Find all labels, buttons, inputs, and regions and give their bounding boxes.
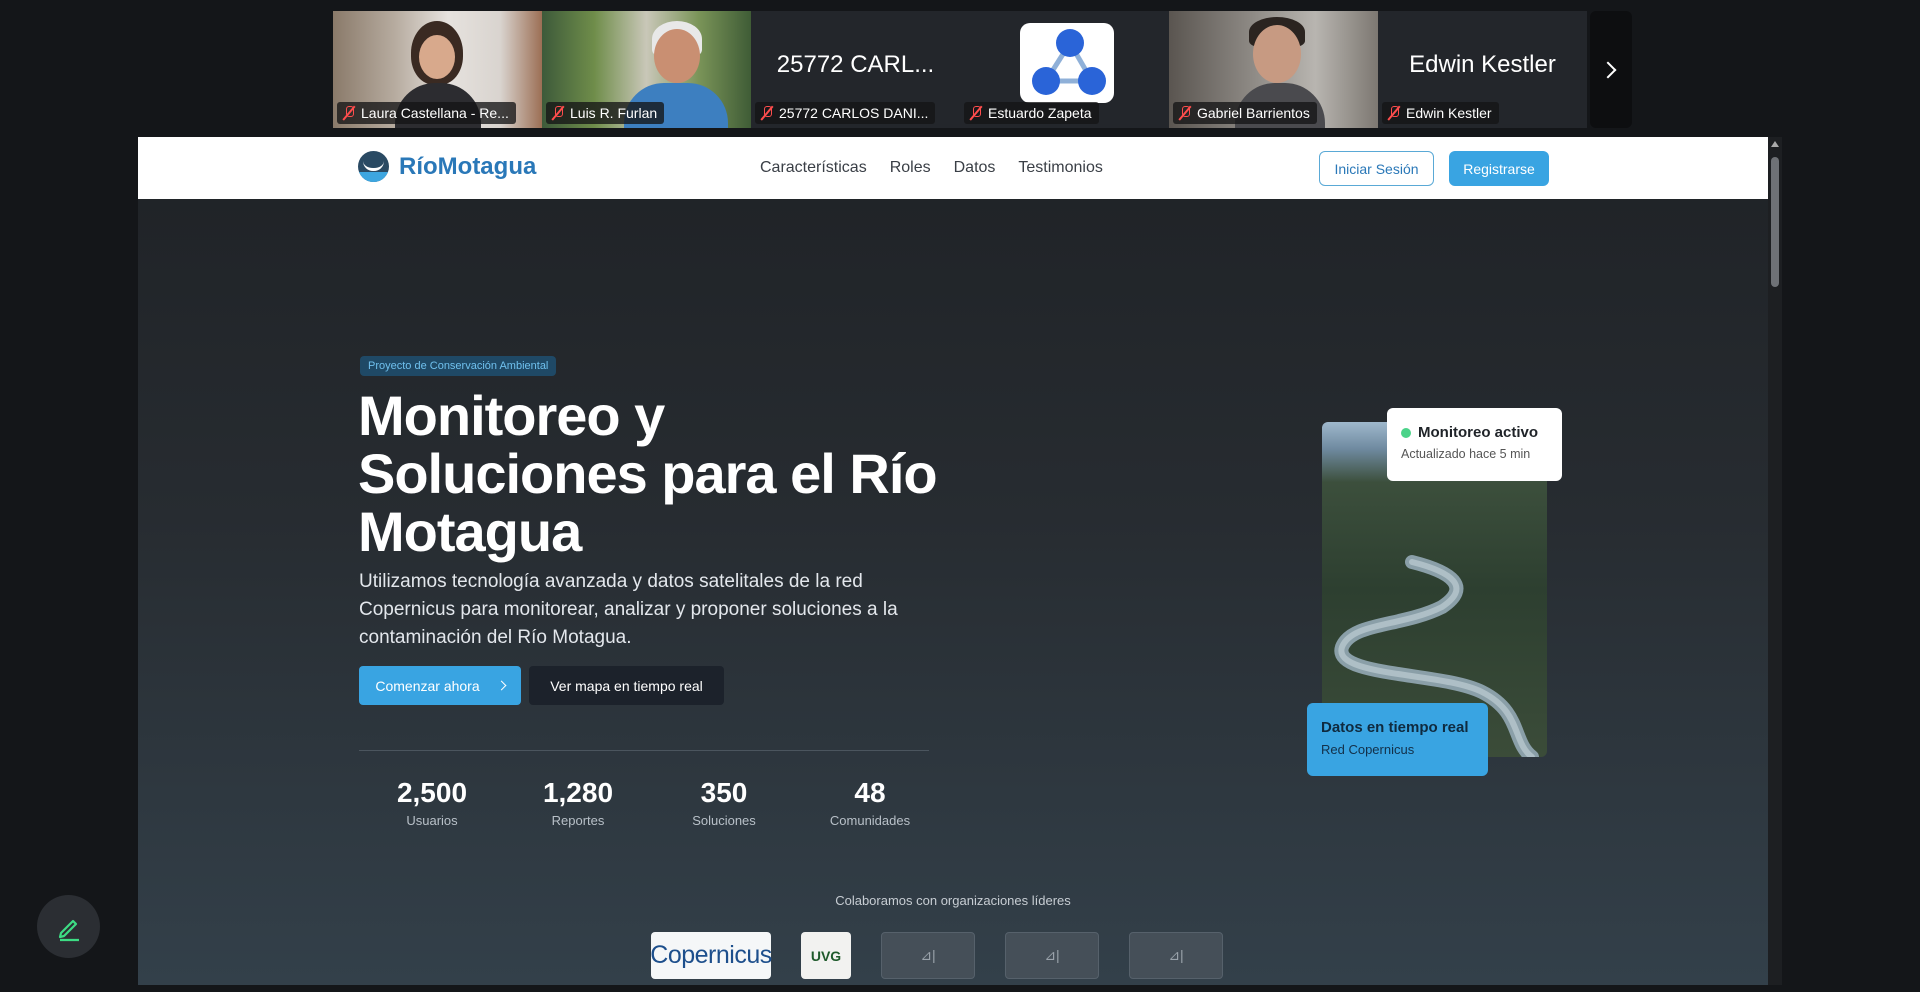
stat-label: Reportes [551, 813, 605, 828]
water-drop-icon [358, 151, 389, 182]
logo-text: RíoMotagua [399, 152, 537, 180]
annotate-button[interactable] [37, 895, 100, 958]
nav-link-caracteristicas[interactable]: Características [760, 159, 867, 177]
hero-title: Monitoreo y Soluciones para el Río Motag… [358, 384, 938, 563]
nav-link-datos[interactable]: Datos [954, 159, 996, 177]
participant-tile[interactable]: Laura Castellana - Re... [333, 11, 542, 128]
stat-value: 2,500 [396, 777, 468, 808]
nav-links: Características Roles Datos Testimonios [760, 137, 1103, 199]
partners-heading: Colaboramos con organizaciones líderes [835, 893, 1071, 908]
start-button-label: Comenzar ahora [375, 677, 480, 694]
live-card-subtitle: Actualizado hace 5 min [1401, 447, 1531, 461]
participant-strip: Laura Castellana - Re... Luis R. Furlan … [333, 11, 1587, 128]
broken-image-icon: ⊿| [881, 932, 975, 979]
next-participants-button[interactable] [1590, 11, 1632, 128]
mic-muted-icon [1388, 106, 1400, 120]
live-monitoring-card: Monitoreo activo Actualizado hace 5 min [1387, 408, 1562, 481]
mic-muted-icon [970, 106, 982, 120]
participant-name-tag: Estuardo Zapeta [964, 102, 1099, 124]
stat-label: Usuarios [406, 813, 458, 828]
participant-name-tag: Edwin Kestler [1382, 102, 1499, 124]
stat-solutions: 350 Soluciones [651, 777, 797, 828]
stat-communities: 48 Comunidades [797, 777, 943, 828]
participant-name-tag: Gabriel Barrientos [1173, 102, 1317, 124]
start-button[interactable]: Comenzar ahora [359, 666, 521, 705]
participant-name-tag: Laura Castellana - Re... [337, 102, 516, 124]
participant-display-name: 25772 CARL... [776, 51, 935, 78]
page-scrollbar[interactable] [1768, 137, 1782, 985]
nav-link-roles[interactable]: Roles [890, 159, 931, 177]
stat-users: 2,500 Usuarios [359, 777, 505, 828]
participant-tile[interactable]: Estuardo Zapeta [960, 11, 1169, 128]
participant-display-name: Edwin Kestler [1409, 51, 1556, 78]
mic-muted-icon [1179, 106, 1191, 120]
mic-muted-icon [343, 106, 355, 120]
molecule-icon [1020, 23, 1114, 103]
stat-value: 1,280 [542, 777, 614, 808]
hero-subtitle: Utilizamos tecnología avanzada y datos s… [359, 571, 898, 648]
realtime-data-card: Datos en tiempo real Red Copernicus [1307, 703, 1488, 776]
participant-name-tag: 25772 CARLOS DANI... [755, 102, 936, 124]
scrollbar-thumb[interactable] [1771, 157, 1779, 287]
realtime-card-subtitle: Red Copernicus [1321, 742, 1415, 757]
participant-tile[interactable]: Gabriel Barrientos [1169, 11, 1378, 128]
stat-value: 350 [700, 777, 748, 808]
partners-logos: Copernicus UVG ⊿| ⊿| ⊿| [650, 932, 1223, 979]
project-badge: Proyecto de Conservación Ambiental [360, 356, 557, 376]
mic-muted-icon [761, 106, 773, 120]
participant-name-tag: Luis R. Furlan [546, 102, 665, 124]
copernicus-logo: Copernicus [650, 932, 772, 979]
mic-muted-icon [552, 106, 564, 120]
stats-row: 2,500 Usuarios 1,280 Reportes 350 Soluci… [359, 777, 943, 828]
broken-image-icon: ⊿| [1129, 932, 1223, 979]
participant-tile[interactable]: Edwin Kestler Edwin Kestler [1378, 11, 1587, 128]
uvg-logo: UVG [801, 932, 851, 979]
stat-label: Soluciones [692, 813, 756, 828]
login-button[interactable]: Iniciar Sesión [1319, 151, 1434, 186]
scroll-up-icon[interactable] [1771, 141, 1779, 147]
uvg-logo-text: UVG [810, 947, 842, 964]
chevron-right-icon [496, 680, 507, 691]
shared-screen: RíoMotagua Características Roles Datos T… [138, 137, 1768, 985]
stat-reports: 1,280 Reportes [505, 777, 651, 828]
site-logo[interactable]: RíoMotagua [358, 151, 536, 182]
site-header: RíoMotagua Características Roles Datos T… [138, 137, 1768, 199]
stat-label: Comunidades [829, 813, 911, 828]
stat-value: 48 [854, 777, 886, 808]
divider [359, 750, 929, 751]
pencil-icon [58, 919, 79, 941]
realtime-card-title: Datos en tiempo real [1321, 719, 1469, 736]
live-card-title: Monitoreo activo [1418, 424, 1539, 441]
participant-tile[interactable]: 25772 CARL... 25772 CARLOS DANI... [751, 11, 960, 128]
status-dot-icon [1401, 427, 1411, 438]
register-button[interactable]: Registrarse [1449, 151, 1549, 186]
participant-tile[interactable]: Luis R. Furlan [542, 11, 751, 128]
chevron-right-icon [1599, 61, 1617, 78]
realtime-map-button[interactable]: Ver mapa en tiempo real [529, 666, 724, 705]
broken-image-icon: ⊿| [1005, 932, 1099, 979]
nav-link-testimonios[interactable]: Testimonios [1018, 159, 1102, 177]
